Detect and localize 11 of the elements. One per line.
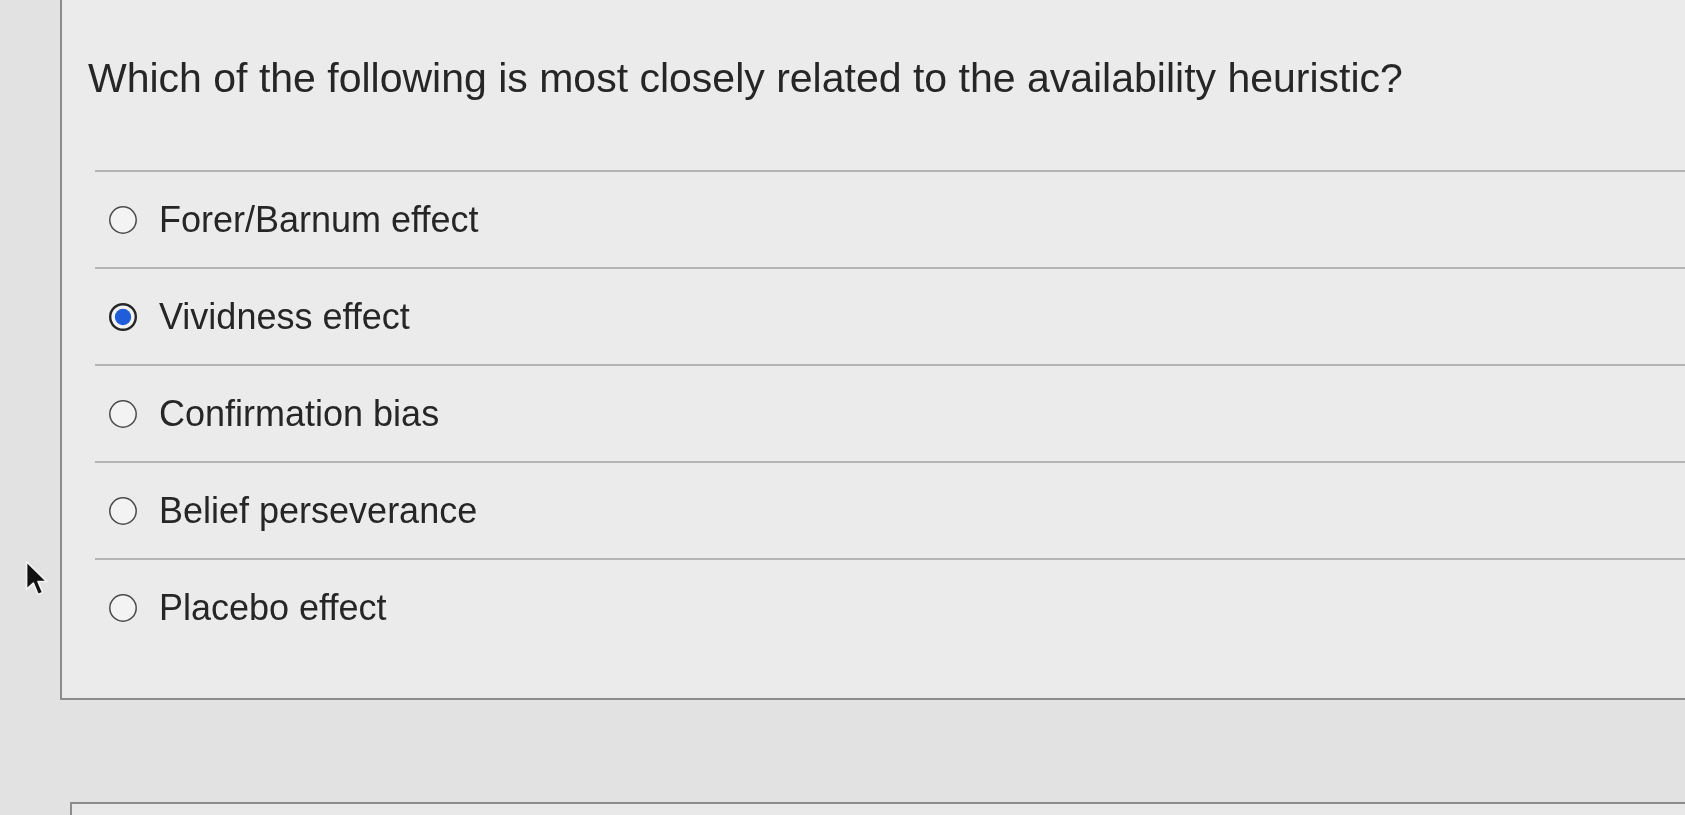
answer-option[interactable]: Confirmation bias: [109, 392, 440, 435]
radio-button[interactable]: [109, 205, 137, 234]
answer-option[interactable]: Forer/Barnum effect: [109, 198, 479, 241]
answer-option[interactable]: Belief perseverance: [109, 489, 478, 532]
radio-button[interactable]: [109, 496, 137, 525]
answer-option[interactable]: Vividness effect: [109, 295, 410, 338]
radio-button[interactable]: [109, 593, 137, 622]
radio-button[interactable]: [109, 399, 137, 428]
radio-button[interactable]: [109, 302, 137, 331]
answer-option[interactable]: Placebo effect: [109, 586, 387, 629]
question-text: Which of the following is most closely related to the availability heuristic?: [88, 54, 1403, 102]
